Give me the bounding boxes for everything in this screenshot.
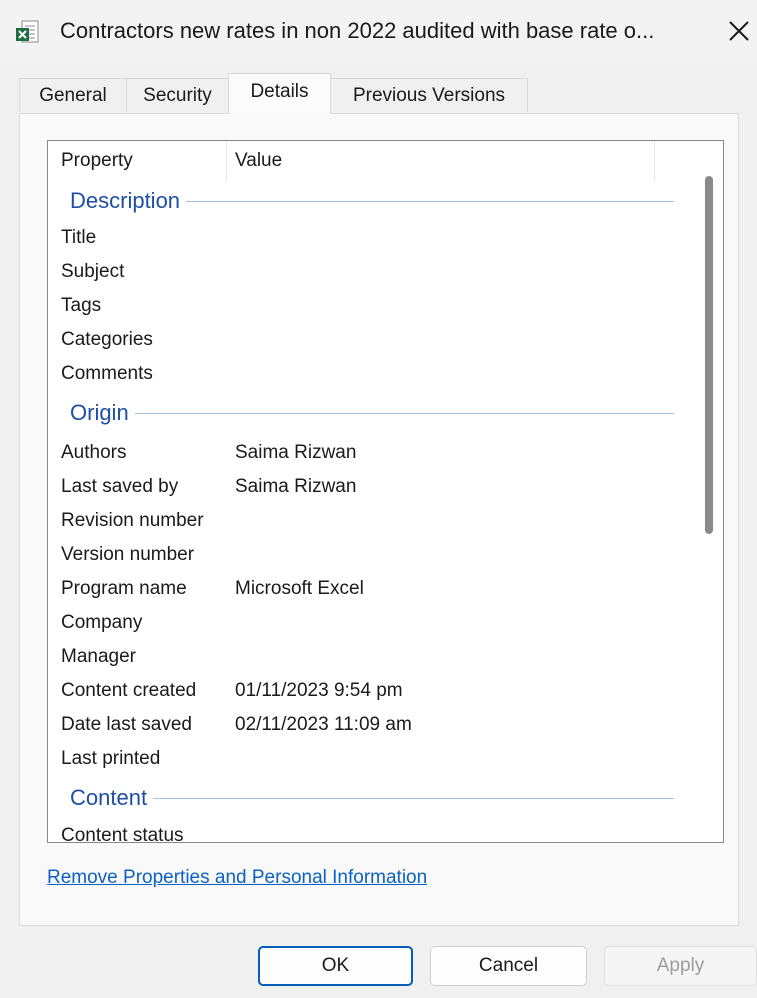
list-row[interactable]: Date last saved 02/11/2023 11:09 am (48, 708, 688, 742)
list-row[interactable]: Comments (48, 357, 688, 391)
property-name: Title (61, 227, 97, 248)
list-row[interactable]: Program name Microsoft Excel (48, 572, 688, 606)
property-value: 01/11/2023 9:54 pm (235, 680, 403, 701)
property-name: Company (61, 612, 143, 633)
tab-general[interactable]: General (19, 78, 127, 112)
tab-security[interactable]: Security (126, 78, 229, 112)
remove-properties-link[interactable]: Remove Properties and Personal Informati… (47, 867, 427, 889)
properties-list[interactable]: Property Value Description Title Subject… (47, 140, 724, 843)
column-divider[interactable] (654, 141, 655, 181)
property-name: Subject (61, 261, 125, 282)
close-icon (722, 14, 756, 48)
property-name: Content status (61, 825, 184, 843)
column-header-value[interactable]: Value (235, 141, 282, 181)
list-row[interactable]: Version number (48, 538, 688, 572)
properties-dialog: Contractors new rates in non 2022 audite… (0, 0, 757, 998)
group-label: Description (70, 185, 187, 217)
group-divider-line (70, 798, 674, 799)
list-row[interactable]: Tags (48, 289, 688, 323)
property-name: Date last saved (61, 714, 192, 735)
list-row[interactable]: Company (48, 606, 688, 640)
group-divider-line (70, 413, 674, 414)
list-row[interactable]: Manager (48, 640, 688, 674)
window-title: Contractors new rates in non 2022 audite… (60, 18, 655, 43)
group-label: Content (70, 782, 154, 814)
group-header-origin: Origin (48, 397, 688, 429)
list-row[interactable]: Last printed (48, 742, 688, 776)
property-value: Microsoft Excel (235, 578, 364, 599)
list-row[interactable]: Subject (48, 255, 688, 289)
column-header-property[interactable]: Property (61, 141, 133, 181)
close-button[interactable] (722, 14, 756, 48)
apply-button[interactable]: Apply (604, 946, 757, 986)
property-name: Authors (61, 442, 127, 463)
property-name: Manager (61, 646, 136, 667)
vertical-scrollbar[interactable] (696, 141, 723, 842)
property-name: Content created (61, 680, 197, 701)
group-header-content: Content (48, 782, 688, 814)
title-bar: Contractors new rates in non 2022 audite… (0, 0, 757, 62)
list-row[interactable]: Content created 01/11/2023 9:54 pm (48, 674, 688, 708)
list-row[interactable]: Revision number (48, 504, 688, 538)
property-name: Last saved by (61, 476, 179, 497)
property-name: Categories (61, 329, 153, 350)
excel-file-icon (16, 20, 40, 44)
group-header-description: Description (48, 185, 688, 217)
tab-strip: General Security Details Previous Versio… (19, 73, 739, 114)
list-row[interactable]: Authors Saima Rizwan (48, 436, 688, 470)
list-row[interactable]: Title (48, 221, 688, 255)
property-name: Version number (61, 544, 195, 565)
scrollbar-thumb[interactable] (705, 176, 713, 534)
tab-details[interactable]: Details (228, 73, 331, 114)
tab-previous-versions[interactable]: Previous Versions (330, 78, 528, 112)
list-row[interactable]: Categories (48, 323, 688, 357)
property-value: Saima Rizwan (235, 442, 357, 463)
property-name: Tags (61, 295, 102, 316)
list-row[interactable]: Last saved by Saima Rizwan (48, 470, 688, 504)
column-divider[interactable] (226, 141, 227, 181)
property-name: Revision number (61, 510, 204, 531)
property-value: 02/11/2023 11:09 am (235, 714, 412, 735)
cancel-button[interactable]: Cancel (430, 946, 587, 986)
property-name: Program name (61, 578, 187, 599)
list-row[interactable]: Content status (48, 819, 688, 843)
ok-button[interactable]: OK (258, 946, 413, 986)
property-name: Comments (61, 363, 153, 384)
property-value: Saima Rizwan (235, 476, 357, 497)
group-label: Origin (70, 397, 135, 429)
list-header: Property Value (48, 141, 723, 181)
property-name: Last printed (61, 748, 161, 769)
